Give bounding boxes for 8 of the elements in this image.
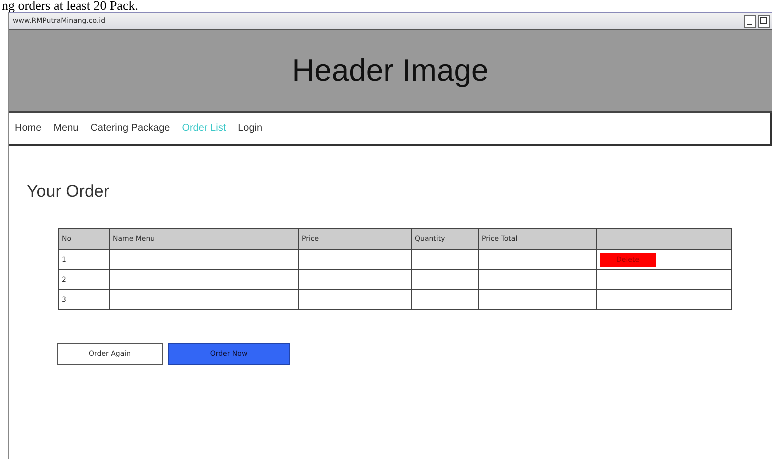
nav-link[interactable]: Login — [238, 123, 263, 134]
nav-link[interactable]: Home — [15, 123, 42, 134]
nav-link[interactable]: Catering Package — [90, 123, 170, 134]
nav-link[interactable]: Menu — [54, 123, 79, 134]
maximize-icon[interactable] — [758, 14, 770, 28]
minimize-icon[interactable] — [744, 14, 756, 28]
page-heading: Your Order — [27, 182, 111, 202]
header-image-text: Header Image — [292, 52, 489, 88]
